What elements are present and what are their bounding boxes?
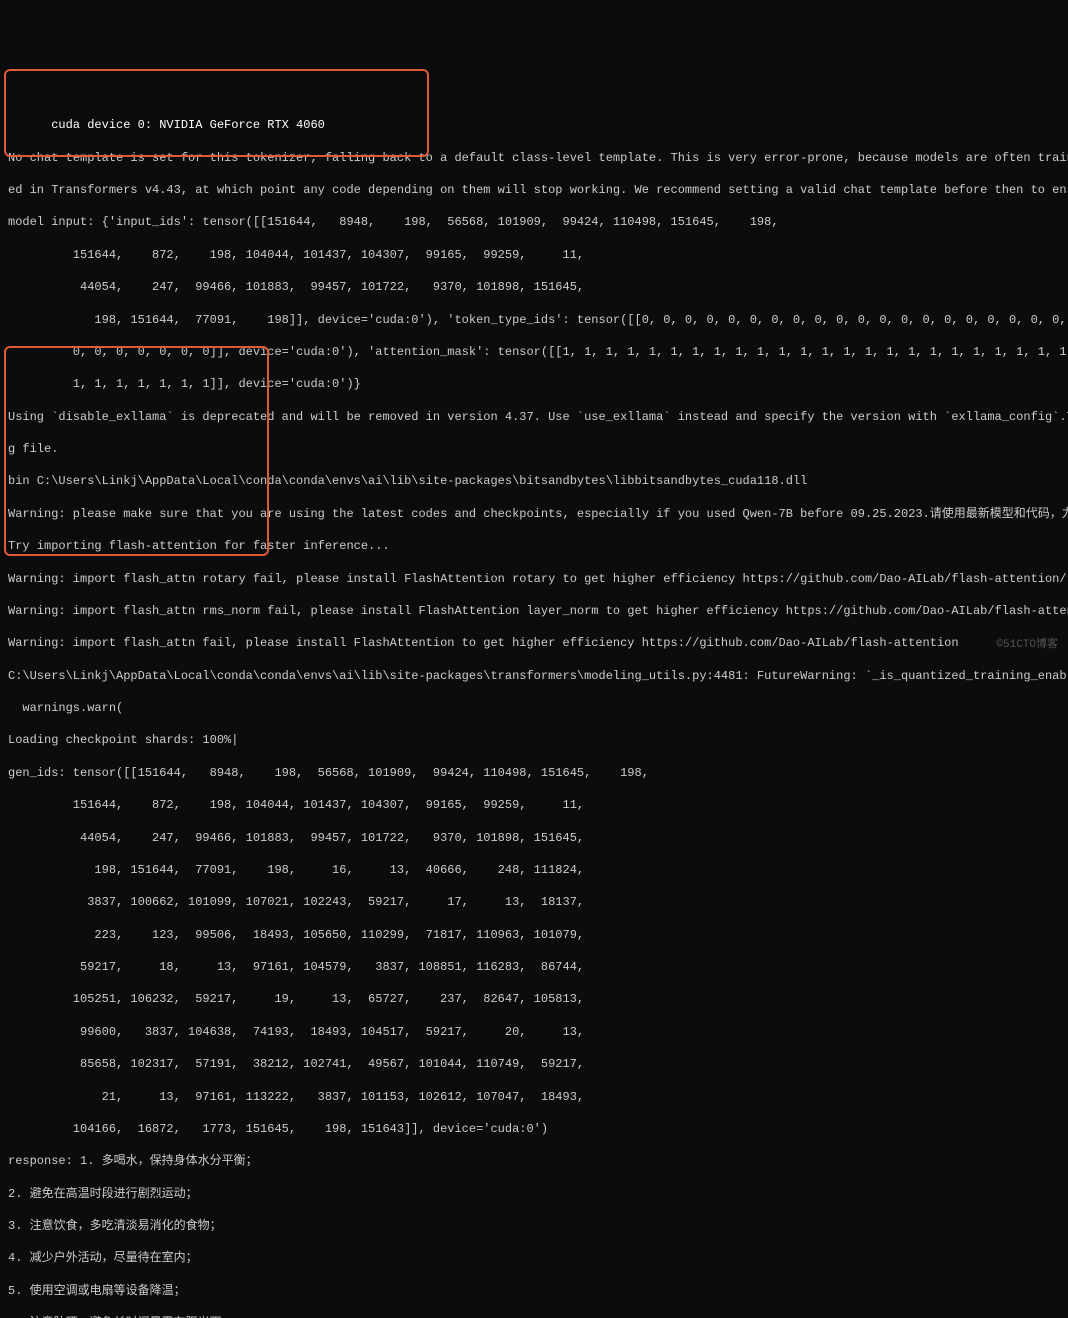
terminal-line: gen_ids: tensor([[151644, 8948, 198, 565…	[8, 765, 1060, 781]
terminal-line: ed in Transformers v4.43, at which point…	[8, 182, 1060, 198]
terminal-line: warnings.warn(	[8, 700, 1060, 716]
terminal-line: bin C:\Users\Linkj\AppData\Local\conda\c…	[8, 473, 1060, 489]
terminal-line: g file.	[8, 441, 1060, 457]
terminal-line: C:\Users\Linkj\AppData\Local\conda\conda…	[8, 668, 1060, 684]
terminal-line: 151644, 872, 198, 104044, 101437, 104307…	[8, 797, 1060, 813]
terminal-line: Warning: please make sure that you are u…	[8, 506, 1060, 522]
terminal-line: 44054, 247, 99466, 101883, 99457, 101722…	[8, 279, 1060, 295]
terminal-line: Loading checkpoint shards: 100%|	[8, 732, 1060, 748]
terminal-line: 4. 减少户外活动，尽量待在室内；	[8, 1250, 1060, 1266]
terminal-line: 104166, 16872, 1773, 151645, 198, 151643…	[8, 1121, 1060, 1137]
terminal-line: 0, 0, 0, 0, 0, 0, 0]], device='cuda:0'),…	[8, 344, 1060, 360]
terminal-line: Warning: import flash_attn fail, please …	[8, 635, 1060, 651]
highlight-box-model-input	[4, 69, 429, 157]
terminal-line: 44054, 247, 99466, 101883, 99457, 101722…	[8, 830, 1060, 846]
terminal-line: 198, 151644, 77091, 198]], device='cuda:…	[8, 312, 1060, 328]
terminal-line: 59217, 18, 13, 97161, 104579, 3837, 1088…	[8, 959, 1060, 975]
terminal-line: 85658, 102317, 57191, 38212, 102741, 495…	[8, 1056, 1060, 1072]
terminal-line: No chat template is set for this tokeniz…	[8, 150, 1060, 166]
terminal-line: 3837, 100662, 101099, 107021, 102243, 59…	[8, 894, 1060, 910]
terminal-line: response: 1. 多喝水，保持身体水分平衡；	[8, 1153, 1060, 1169]
terminal-line: 105251, 106232, 59217, 19, 13, 65727, 23…	[8, 991, 1060, 1007]
terminal-line: 99600, 3837, 104638, 74193, 18493, 10451…	[8, 1024, 1060, 1040]
terminal-line: Using `disable_exllama` is deprecated an…	[8, 409, 1060, 425]
watermark-label: ©51CTO博客	[996, 638, 1058, 653]
terminal-line: 21, 13, 97161, 113222, 3837, 101153, 102…	[8, 1089, 1060, 1105]
terminal-line: 151644, 872, 198, 104044, 101437, 104307…	[8, 247, 1060, 263]
terminal-line: Warning: import flash_attn rms_norm fail…	[8, 603, 1060, 619]
terminal-line: 3. 注意饮食，多吃清淡易消化的食物；	[8, 1218, 1060, 1234]
terminal-line: 1, 1, 1, 1, 1, 1, 1]], device='cuda:0')}	[8, 376, 1060, 392]
terminal-line: 198, 151644, 77091, 198, 16, 13, 40666, …	[8, 862, 1060, 878]
terminal-line: model input: {'input_ids': tensor([[1516…	[8, 214, 1060, 230]
terminal-line: 5. 使用空调或电扇等设备降温；	[8, 1283, 1060, 1299]
terminal-line: 223, 123, 99506, 18493, 105650, 110299, …	[8, 927, 1060, 943]
terminal-line: cuda device 0: NVIDIA GeForce RTX 4060	[8, 117, 1060, 133]
terminal-line: 6. 注意防晒，避免长时间暴露在阳光下。	[8, 1315, 1060, 1318]
terminal-line: Try importing flash-attention for faster…	[8, 538, 1060, 554]
terminal-line: Warning: import flash_attn rotary fail, …	[8, 571, 1060, 587]
terminal-line: 2. 避免在高温时段进行剧烈运动；	[8, 1186, 1060, 1202]
